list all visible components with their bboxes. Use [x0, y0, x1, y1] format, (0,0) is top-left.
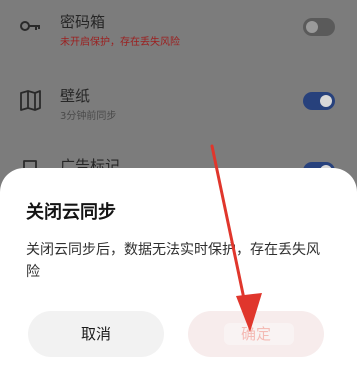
- key-icon: [18, 14, 42, 38]
- confirm-button[interactable]: 确定: [188, 311, 324, 357]
- settings-row-title: 壁纸: [60, 87, 91, 105]
- dialog-message: 关闭云同步后，数据无法实时保护，存在丢失风险: [26, 242, 320, 280]
- cancel-button[interactable]: 取消: [28, 311, 164, 357]
- toggle-knob: [320, 95, 332, 107]
- wallpaper-toggle[interactable]: [303, 92, 335, 110]
- toggle-knob: [306, 21, 318, 33]
- settings-row-title: 密码箱: [60, 13, 106, 31]
- settings-row-subtitle: 3分钟前同步: [60, 111, 117, 122]
- dialog-title: 关闭云同步: [26, 202, 116, 223]
- close-cloud-sync-dialog: 关闭云同步 关闭云同步后，数据无法实时保护，存在丢失风险 取消 确定: [0, 168, 357, 379]
- password-box-toggle[interactable]: [303, 18, 335, 36]
- book-icon: [18, 88, 42, 112]
- blur-overlay: [224, 323, 294, 345]
- settings-row-wallpaper[interactable]: 壁纸 3分钟前同步: [0, 76, 357, 140]
- settings-row-password-box[interactable]: 密码箱 未开启保护，存在丢失风险: [0, 2, 357, 66]
- settings-row-subtitle: 未开启保护，存在丢失风险: [60, 37, 180, 48]
